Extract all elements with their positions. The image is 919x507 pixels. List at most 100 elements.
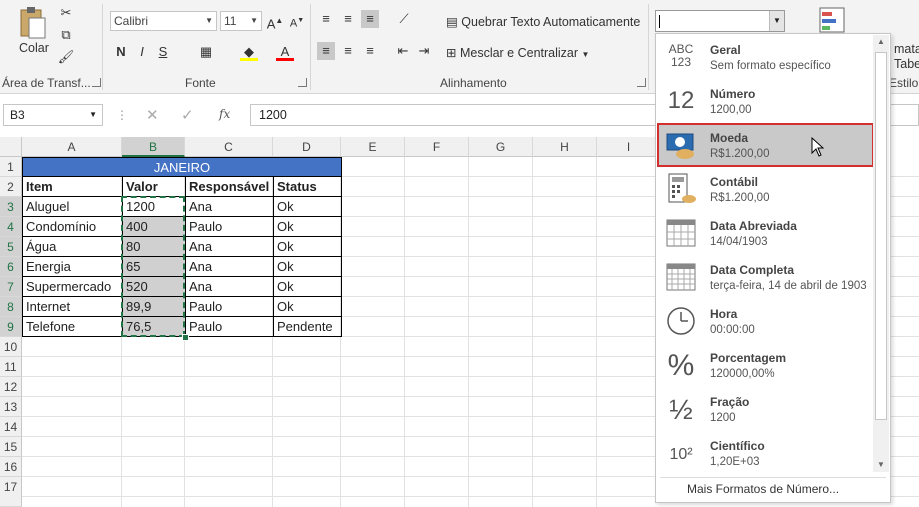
cell-d7[interactable]: Ok bbox=[274, 277, 342, 297]
row-header-6[interactable]: 6 bbox=[0, 257, 22, 277]
cancel-icon[interactable]: ✕ bbox=[146, 106, 159, 124]
row-header-5[interactable]: 5 bbox=[0, 237, 22, 257]
clipboard-launcher-icon[interactable] bbox=[92, 78, 101, 87]
increase-indent-icon[interactable]: ⇥ bbox=[415, 42, 433, 60]
enter-icon[interactable]: ✓ bbox=[181, 106, 194, 124]
align-center-icon[interactable]: ≡ bbox=[339, 42, 357, 60]
orientation-icon[interactable]: ⟋ bbox=[395, 10, 413, 28]
cell-a4[interactable]: Condomínio bbox=[22, 217, 123, 237]
cell-a3[interactable]: Aluguel bbox=[22, 197, 123, 217]
cut-icon[interactable]: ✂ bbox=[57, 4, 75, 22]
column-header-i[interactable]: I bbox=[597, 137, 661, 157]
row-header-8[interactable]: 8 bbox=[0, 297, 22, 317]
row-header-12[interactable]: 12 bbox=[0, 377, 22, 397]
scrollbar-thumb[interactable] bbox=[875, 52, 887, 420]
header-responsavel[interactable]: Responsável bbox=[186, 177, 274, 197]
fill-handle[interactable] bbox=[182, 334, 189, 341]
cell-d3[interactable]: Ok bbox=[274, 197, 342, 217]
italic-button[interactable]: I bbox=[133, 43, 151, 61]
wrap-text-button[interactable]: ▤ Quebrar Texto Automaticamente bbox=[446, 14, 640, 29]
row-header-13[interactable]: 13 bbox=[0, 397, 22, 417]
align-left-icon[interactable]: ≡ bbox=[317, 42, 335, 60]
format-painter-icon[interactable]: 🖌 bbox=[57, 48, 75, 66]
underline-button[interactable]: S bbox=[154, 43, 172, 61]
format-percentage[interactable]: % Porcentagem 120000,00% bbox=[657, 343, 874, 387]
column-header-d[interactable]: D bbox=[273, 137, 341, 157]
paste-button[interactable]: Colar bbox=[19, 41, 49, 55]
cell-c8[interactable]: Paulo bbox=[186, 297, 274, 317]
format-scientific[interactable]: 10² Científico 1,20E+03 bbox=[657, 431, 874, 475]
paste-icon[interactable] bbox=[18, 6, 48, 40]
row-header-4[interactable]: 4 bbox=[0, 217, 22, 237]
alignment-launcher-icon[interactable] bbox=[637, 78, 646, 87]
column-header-e[interactable]: E bbox=[341, 137, 405, 157]
merge-center-button[interactable]: ⊞ Mesclar e Centralizar ▼ bbox=[446, 45, 589, 60]
column-header-g[interactable]: G bbox=[469, 137, 533, 157]
row-header-3[interactable]: 3 bbox=[0, 197, 22, 217]
column-header-f[interactable]: F bbox=[405, 137, 469, 157]
bold-button[interactable]: N bbox=[112, 43, 130, 61]
borders-icon[interactable]: ▦ bbox=[197, 43, 215, 61]
cell-b5[interactable]: 80 bbox=[123, 237, 186, 257]
scroll-down-icon[interactable]: ▼ bbox=[875, 460, 887, 469]
format-fraction[interactable]: ½ Fração 1200 bbox=[657, 387, 874, 431]
decrease-indent-icon[interactable]: ⇤ bbox=[394, 42, 412, 60]
format-accounting[interactable]: Contábil R$1.200,00 bbox=[657, 167, 874, 211]
align-top-icon[interactable]: ≡ bbox=[317, 10, 335, 28]
fill-color-icon[interactable]: ◆ bbox=[240, 43, 258, 61]
cell-c7[interactable]: Ana bbox=[186, 277, 274, 297]
number-format-select[interactable]: ▼ bbox=[655, 10, 785, 32]
cell-a8[interactable]: Internet bbox=[22, 297, 123, 317]
row-header-10[interactable]: 10 bbox=[0, 337, 22, 357]
row-header-16[interactable]: 16 bbox=[0, 457, 22, 477]
row-header-11[interactable]: 11 bbox=[0, 357, 22, 377]
font-size-select[interactable]: 11 ▼ bbox=[220, 11, 262, 31]
font-name-select[interactable]: Calibri ▼ bbox=[110, 11, 217, 31]
cell-c4[interactable]: Paulo bbox=[186, 217, 274, 237]
column-header-h[interactable]: H bbox=[533, 137, 597, 157]
conditional-format-icon[interactable] bbox=[818, 6, 848, 36]
header-item[interactable]: Item bbox=[22, 177, 123, 197]
format-general[interactable]: ABC 123 Geral Sem formato específico bbox=[657, 35, 874, 79]
cell-c5[interactable]: Ana bbox=[186, 237, 274, 257]
cell-a6[interactable]: Energia bbox=[22, 257, 123, 277]
row-header-7[interactable]: 7 bbox=[0, 277, 22, 297]
format-short-date[interactable]: Data Abreviada 14/04/1903 bbox=[657, 211, 874, 255]
more-number-formats-link[interactable]: Mais Formatos de Número... bbox=[687, 482, 839, 496]
name-box[interactable]: B3 ▼ bbox=[3, 104, 103, 126]
cell-b7[interactable]: 520 bbox=[123, 277, 186, 297]
cell-c9[interactable]: Paulo bbox=[186, 317, 274, 337]
select-all-corner[interactable] bbox=[0, 137, 22, 157]
row-header-1[interactable]: 1 bbox=[0, 157, 22, 177]
align-bottom-icon[interactable]: ≡ bbox=[361, 10, 379, 28]
shrink-font-button[interactable]: A▼ bbox=[288, 12, 306, 30]
cell-b6[interactable]: 65 bbox=[123, 257, 186, 277]
cell-b3[interactable]: 1200 bbox=[123, 197, 186, 217]
format-long-date[interactable]: Data Completa terça-feira, 14 de abril d… bbox=[657, 255, 874, 299]
cell-d5[interactable]: Ok bbox=[274, 237, 342, 257]
row-header-2[interactable]: 2 bbox=[0, 177, 22, 197]
scroll-up-icon[interactable]: ▲ bbox=[875, 37, 887, 46]
header-status[interactable]: Status bbox=[274, 177, 342, 197]
grow-font-button[interactable]: A▲ bbox=[266, 12, 284, 31]
format-number[interactable]: 12 Número 1200,00 bbox=[657, 79, 874, 123]
row-header-9[interactable]: 9 bbox=[0, 317, 22, 337]
cell-a5[interactable]: Água bbox=[22, 237, 123, 257]
column-header-c[interactable]: C bbox=[185, 137, 273, 157]
row-header-17[interactable]: 17 bbox=[0, 477, 22, 507]
cell-d9[interactable]: Pendente bbox=[274, 317, 342, 337]
format-as-table-label-2[interactable]: Tabe bbox=[894, 57, 919, 71]
column-header-a[interactable]: A bbox=[22, 137, 122, 157]
font-launcher-icon[interactable] bbox=[298, 78, 307, 87]
cell-d8[interactable]: Ok bbox=[274, 297, 342, 317]
cell-d6[interactable]: Ok bbox=[274, 257, 342, 277]
copy-icon[interactable]: ⧉ bbox=[57, 26, 75, 44]
cell-b4[interactable]: 400 bbox=[123, 217, 186, 237]
column-header-b[interactable]: B bbox=[122, 137, 185, 157]
cell-b9[interactable]: 76,5 bbox=[123, 317, 186, 337]
align-right-icon[interactable]: ≡ bbox=[361, 42, 379, 60]
cell-c6[interactable]: Ana bbox=[186, 257, 274, 277]
cell-a9[interactable]: Telefone bbox=[22, 317, 123, 337]
format-currency[interactable]: Moeda R$1.200,00 bbox=[657, 123, 874, 167]
row-header-15[interactable]: 15 bbox=[0, 437, 22, 457]
